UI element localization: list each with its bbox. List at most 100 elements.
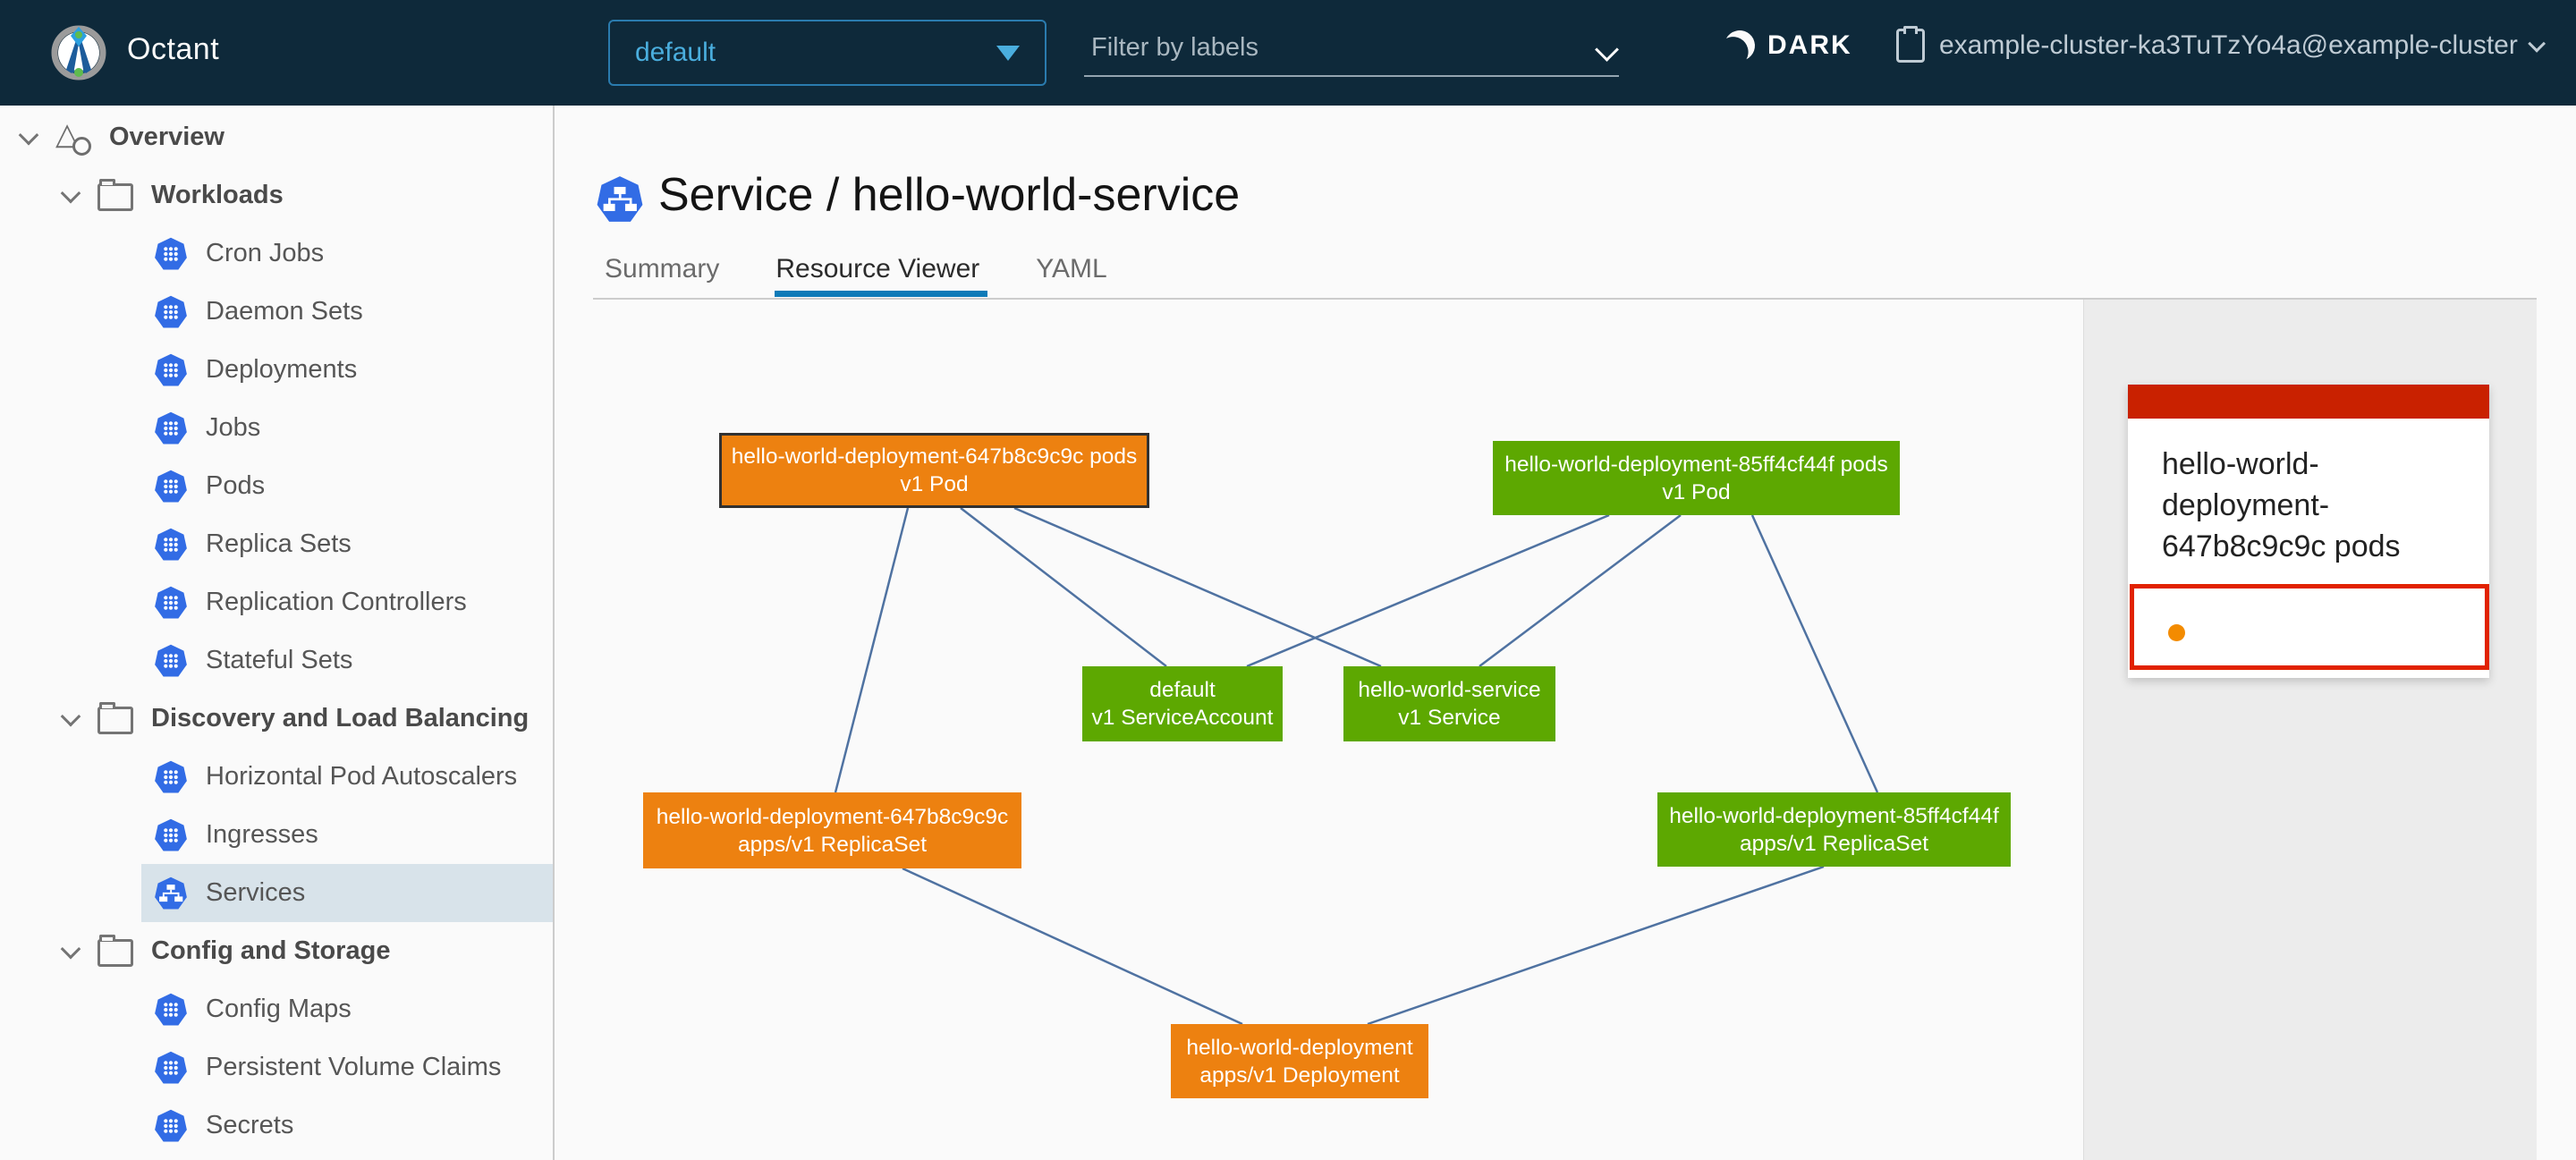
cluster-icon (1896, 29, 1925, 63)
chevron-down-icon[interactable] (61, 706, 81, 726)
namespace-caret-icon (996, 46, 1020, 61)
graph-edge-pod-85-sa-default (1247, 515, 1609, 666)
sidebar-item-workloads[interactable]: Workloads (0, 166, 553, 224)
horizontal-pod-autoscalers-icon (154, 760, 188, 794)
sidebar-item-label: Pods (206, 471, 265, 501)
services-icon (154, 876, 188, 910)
node-kind: v1 ServiceAccount (1082, 704, 1283, 732)
overview-icon: △ (55, 120, 91, 156)
namespace-select[interactable]: default (608, 20, 1046, 86)
sidebar-item-deployments[interactable]: Deployments (141, 341, 553, 399)
graph-node-pod-647[interactable]: hello-world-deployment-647b8c9c9c podsv1… (719, 433, 1149, 508)
folder-icon (97, 707, 133, 734)
graph-node-pod-85[interactable]: hello-world-deployment-85ff4cf44f podsv1… (1493, 441, 1900, 515)
app-header: Octant default DARK example-cluster-ka3T… (0, 0, 2576, 106)
sidebar-item-stateful-sets[interactable]: Stateful Sets (141, 631, 553, 690)
node-name: hello-world-deployment-85ff4cf44f pods (1493, 451, 1900, 478)
stateful-sets-icon (154, 644, 188, 678)
node-name: hello-world-deployment (1171, 1034, 1428, 1062)
tab-summary[interactable]: Summary (605, 254, 719, 284)
octant-logo-icon (50, 23, 107, 80)
deployments-icon (154, 353, 188, 387)
sidebar-item-label: Jobs (206, 413, 260, 443)
cluster-selector[interactable]: example-cluster-ka3TuTzYo4a@example-clus… (1896, 29, 2541, 63)
tab-resource-viewer[interactable]: Resource Viewer (775, 254, 979, 284)
config-maps-icon (154, 993, 188, 1027)
cluster-chevron-icon (2528, 35, 2546, 53)
sidebar-item-label: Ingresses (206, 820, 318, 850)
sidebar-item-label: Secrets (206, 1111, 293, 1140)
sidebar-item-config-and-storage[interactable]: Config and Storage (0, 922, 553, 980)
graph-node-rs-647[interactable]: hello-world-deployment-647b8c9c9capps/v1… (643, 792, 1021, 868)
resource-viewer-graph: hello-world-deployment-647b8c9c9c podsv1… (555, 300, 2083, 1160)
folder-icon (97, 939, 133, 967)
sidebar-item-config-maps[interactable]: Config Maps (141, 980, 553, 1038)
sidebar-item-overview[interactable]: △Overview (0, 108, 553, 166)
sidebar-item-daemon-sets[interactable]: Daemon Sets (141, 283, 553, 341)
cron-jobs-icon (154, 237, 188, 271)
folder-icon (97, 183, 133, 211)
graph-edge-pod-647-rs-647 (835, 508, 908, 792)
node-kind: apps/v1 ReplicaSet (643, 831, 1021, 859)
graph-node-deploy[interactable]: hello-world-deploymentapps/v1 Deployment (1171, 1024, 1428, 1098)
sidebar-item-ingresses[interactable]: Ingresses (141, 806, 553, 864)
sidebar-item-replication-controllers[interactable]: Replication Controllers (141, 573, 553, 631)
node-kind: apps/v1 ReplicaSet (1657, 830, 2011, 858)
node-name: hello-world-service (1343, 676, 1555, 704)
tab-yaml[interactable]: YAML (1036, 254, 1106, 284)
graph-edge-rs-647-deploy (902, 868, 1242, 1024)
graph-edge-pod-647-sa-default (961, 508, 1166, 666)
label-filter (1084, 25, 1619, 77)
sidebar-item-label: Replica Sets (206, 529, 352, 559)
graph-edge-pod-85-svc-hello-world (1479, 515, 1681, 666)
jobs-icon (154, 411, 188, 445)
sidebar-item-cron-jobs[interactable]: Cron Jobs (141, 224, 553, 283)
chevron-down-icon[interactable] (19, 124, 39, 145)
graph-edge-pod-85-rs-85 (1752, 515, 1877, 792)
node-kind: apps/v1 Deployment (1171, 1062, 1428, 1089)
sidebar-item-label: Workloads (151, 181, 284, 210)
node-name: hello-world-deployment-85ff4cf44f (1657, 802, 2011, 830)
node-name: hello-world-deployment-647b8c9c9c (643, 803, 1021, 831)
sidebar-item-jobs[interactable]: Jobs (141, 399, 553, 457)
sidebar-item-horizontal-pod-autoscalers[interactable]: Horizontal Pod Autoscalers (141, 748, 553, 806)
pod-status-dot[interactable] (2168, 624, 2185, 641)
chevron-down-icon[interactable] (61, 182, 81, 203)
graph-edge-pod-647-svc-hello-world (1014, 508, 1381, 666)
node-name: default (1082, 676, 1283, 704)
chevron-down-icon[interactable] (61, 938, 81, 959)
app-title: Octant (127, 32, 219, 67)
sidebar-item-secrets[interactable]: Secrets (141, 1096, 553, 1155)
page-title: Service / hello-world-service (658, 168, 1240, 222)
sidebar-item-replica-sets[interactable]: Replica Sets (141, 515, 553, 573)
graph-node-sa-default[interactable]: defaultv1 ServiceAccount (1082, 666, 1283, 741)
detail-card-status-bar (2128, 385, 2489, 419)
sidebar-item-label: Horizontal Pod Autoscalers (206, 762, 517, 792)
sidebar-item-label: Persistent Volume Claims (206, 1053, 501, 1082)
node-kind: v1 Pod (1493, 478, 1900, 506)
sidebar-item-label: Deployments (206, 355, 357, 385)
sidebar-item-persistent-volume-claims[interactable]: Persistent Volume Claims (141, 1038, 553, 1096)
namespace-select-value: default (635, 38, 716, 68)
graph-edge-rs-85-deploy (1368, 867, 1824, 1024)
sidebar-item-label: Cron Jobs (206, 239, 324, 268)
tab-bar: Summary Resource Viewer YAML (605, 254, 1107, 284)
replica-sets-icon (154, 528, 188, 562)
sidebar-item-pods[interactable]: Pods (141, 457, 553, 515)
graph-node-svc-hello-world[interactable]: hello-world-servicev1 Service (1343, 666, 1555, 741)
sidebar-item-discovery-and-load-balancing[interactable]: Discovery and Load Balancing (0, 690, 553, 748)
sidebar-item-services[interactable]: Services (141, 864, 553, 922)
dark-toggle-label: DARK (1767, 30, 1852, 61)
dark-theme-toggle[interactable]: DARK (1724, 30, 1852, 61)
detail-card-title: hello-world-deployment-647b8c9c9c pods (2128, 419, 2489, 567)
active-tab-underline (775, 291, 987, 297)
sidebar-item-label: Replication Controllers (206, 588, 467, 617)
sidebar-item-label: Daemon Sets (206, 297, 363, 326)
service-icon (596, 175, 644, 224)
graph-node-rs-85[interactable]: hello-world-deployment-85ff4cf44fapps/v1… (1657, 792, 2011, 867)
cluster-name: example-cluster-ka3TuTzYo4a@example-clus… (1939, 30, 2518, 61)
sidebar: △Overview Workloads Cron Jobs Daemon Sets De… (0, 106, 555, 1160)
node-kind: v1 Pod (722, 470, 1147, 498)
label-filter-input[interactable] (1084, 25, 1619, 77)
daemon-sets-icon (154, 295, 188, 329)
